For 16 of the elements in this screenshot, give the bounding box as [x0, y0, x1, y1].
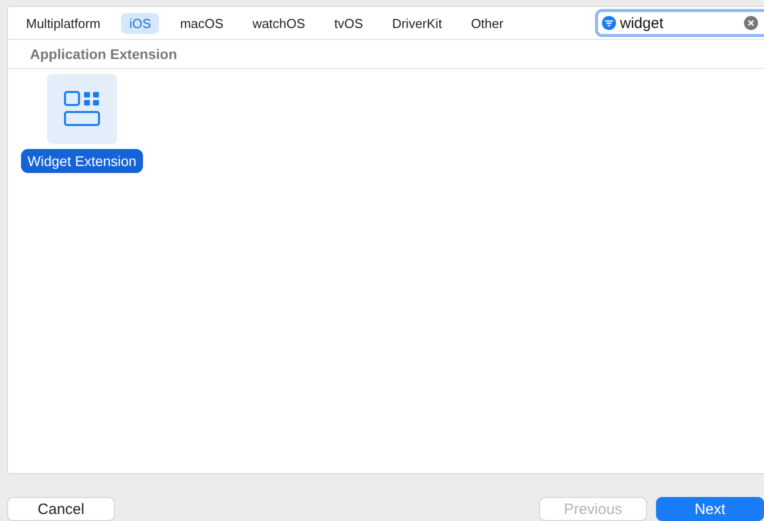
dialog-button[interactable]: Cancel [7, 497, 115, 521]
platform-tab[interactable]: Other [462, 12, 512, 34]
filter-icon [602, 16, 616, 30]
platform-tab[interactable]: tvOS [326, 12, 372, 34]
platform-tab[interactable]: DriverKit [384, 12, 450, 34]
platform-tab[interactable]: macOS [172, 12, 232, 34]
search-box[interactable]: widget [595, 9, 764, 37]
template-tile[interactable] [47, 74, 117, 144]
primary-button[interactable]: Next [656, 497, 764, 521]
platform-tab[interactable]: watchOS [244, 12, 314, 34]
template-label[interactable]: Widget Extension [20, 149, 144, 173]
section-title: Application Extension [30, 46, 178, 62]
platform-tab[interactable]: iOS [121, 12, 160, 34]
widget-icon [63, 90, 101, 128]
clear-icon[interactable] [744, 16, 758, 30]
platform-tab[interactable]: Multiplatform [18, 12, 108, 34]
